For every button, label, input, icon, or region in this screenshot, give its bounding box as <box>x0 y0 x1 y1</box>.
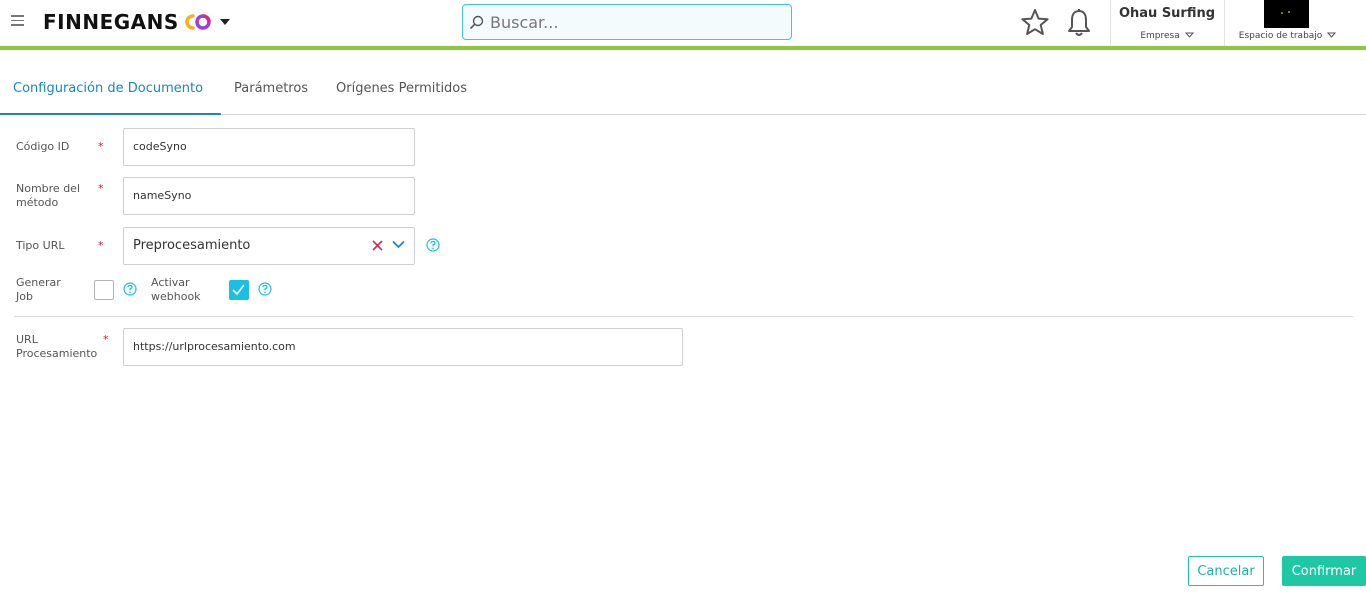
url-procesamiento-label: URL Procesamiento <box>16 333 98 360</box>
chevron-down-icon <box>1327 32 1337 38</box>
tipo-url-select[interactable]: Preprocesamiento <box>123 227 415 265</box>
logo-text: FINNEGANS <box>43 10 179 34</box>
search-bar[interactable] <box>462 4 792 40</box>
cancel-button[interactable]: Cancelar <box>1188 556 1264 586</box>
logo-mark-icon <box>185 14 211 30</box>
company-selector[interactable]: Ohau Surfing Empresa <box>1111 0 1223 46</box>
tab-bar: Configuración de Documento Parámetros Or… <box>0 70 1366 115</box>
url-procesamiento-field[interactable]: https://urlprocesamiento.com <box>123 328 683 366</box>
header-accent-line <box>0 46 1366 50</box>
chevron-down-icon[interactable] <box>392 240 405 249</box>
clear-icon[interactable] <box>371 239 384 252</box>
confirm-button[interactable]: Confirmar <box>1282 556 1366 586</box>
help-icon[interactable] <box>258 282 272 296</box>
tab-configuracion-documento[interactable]: Configuración de Documento <box>0 70 221 115</box>
top-bar: FINNEGANS Ohau Surfing Empresa <box>0 0 1366 47</box>
required-mark: * <box>98 182 104 195</box>
company-name: Ohau Surfing <box>1118 6 1216 21</box>
activar-webhook-checkbox[interactable] <box>229 280 249 300</box>
generar-job-checkbox[interactable] <box>94 280 114 300</box>
activar-webhook-label: Activar webhook <box>151 276 201 303</box>
search-input[interactable] <box>490 12 780 32</box>
required-mark: * <box>103 333 109 346</box>
workspace-avatar <box>1264 0 1309 28</box>
check-icon <box>232 284 245 296</box>
tipo-url-value: Preprocesamiento <box>133 238 251 253</box>
workspace-selector[interactable]: Espacio de trabajo <box>1225 0 1366 46</box>
menu-icon[interactable] <box>11 15 24 27</box>
codigo-id-label: Código ID <box>16 140 70 153</box>
help-icon[interactable] <box>123 282 137 296</box>
tab-origenes-permitidos[interactable]: Orígenes Permitidos <box>336 70 467 115</box>
help-icon[interactable] <box>426 238 440 252</box>
company-label: Empresa <box>1111 31 1223 41</box>
search-icon <box>470 15 484 29</box>
nombre-metodo-label: Nombre del método <box>16 182 81 209</box>
nombre-metodo-field[interactable]: nameSyno <box>123 177 415 215</box>
bell-icon[interactable] <box>1067 8 1091 38</box>
generar-job-label: Generar Job <box>16 276 61 303</box>
workspace-label: Espacio de trabajo <box>1225 31 1350 41</box>
chevron-down-icon <box>1184 32 1194 38</box>
star-icon[interactable] <box>1020 8 1050 37</box>
tab-parametros[interactable]: Parámetros <box>234 70 308 115</box>
required-mark: * <box>98 140 104 153</box>
required-mark: * <box>98 239 104 252</box>
codigo-id-field[interactable]: codeSyno <box>123 128 415 166</box>
tipo-url-label: Tipo URL <box>16 239 65 252</box>
app-logo[interactable]: FINNEGANS <box>43 9 230 35</box>
chevron-down-icon[interactable] <box>219 18 230 26</box>
section-divider <box>14 316 1353 317</box>
